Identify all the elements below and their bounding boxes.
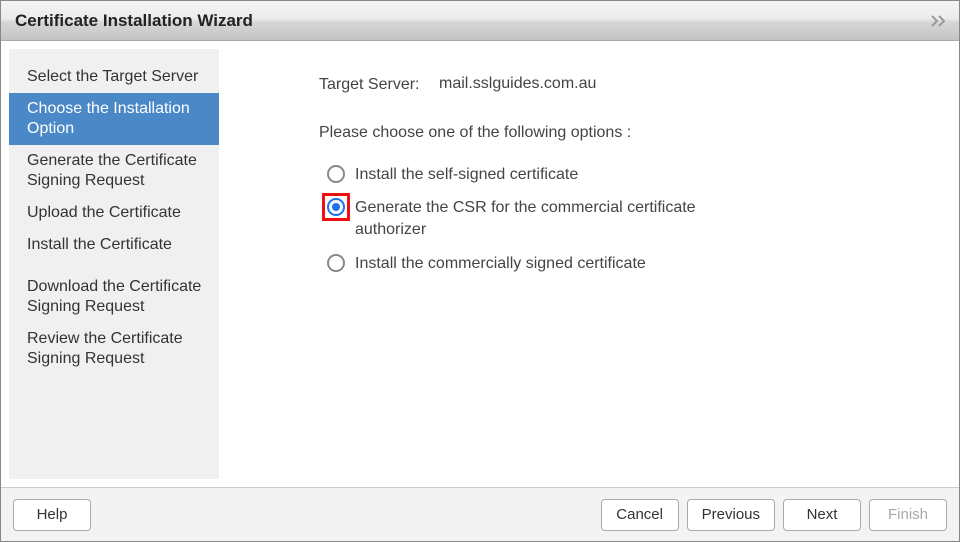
sidebar-item-upload-cert[interactable]: Upload the Certificate [9,197,219,229]
option-self-signed[interactable]: Install the self-signed certificate [323,164,921,186]
radio-wrapper [323,253,349,272]
sidebar-item-review-csr[interactable]: Review the Certificate Signing Request [9,323,219,375]
cancel-button[interactable]: Cancel [601,499,679,531]
finish-button: Finish [869,499,947,531]
option-generate-csr[interactable]: Generate the CSR for the commercial cert… [323,197,921,240]
target-server-label: Target Server: [319,75,439,96]
main-panel: Target Server: mail.sslguides.com.au Ple… [219,49,951,479]
options-prompt: Please choose one of the following optio… [319,124,921,142]
sidebar-group: Select the Target Server Choose the Inst… [9,61,219,261]
radio-icon[interactable] [327,198,345,216]
install-options-group: Install the self-signed certificate Gene… [323,164,921,274]
previous-button[interactable]: Previous [687,499,775,531]
option-commercial-signed[interactable]: Install the commercially signed certific… [323,253,921,275]
sidebar-item-download-csr[interactable]: Download the Certificate Signing Request [9,271,219,323]
selection-highlight [322,193,350,221]
wizard-footer: Help Cancel Previous Next Finish [1,487,959,541]
wizard-title: Certificate Installation Wizard [15,11,253,31]
target-server-value: mail.sslguides.com.au [439,75,596,96]
sidebar-item-install-cert[interactable]: Install the Certificate [9,229,219,261]
target-server-row: Target Server: mail.sslguides.com.au [319,75,921,96]
radio-icon[interactable] [327,254,345,272]
option-label: Install the self-signed certificate [349,164,729,186]
option-label: Generate the CSR for the commercial cert… [349,197,729,240]
wizard-container: Certificate Installation Wizard Select t… [0,0,960,542]
sidebar-item-generate-csr[interactable]: Generate the Certificate Signing Request [9,145,219,197]
radio-dot-icon [332,203,340,211]
titlebar: Certificate Installation Wizard [1,1,959,41]
sidebar-item-choose-option[interactable]: Choose the Installation Option [9,93,219,145]
next-button[interactable]: Next [783,499,861,531]
footer-left: Help [13,499,91,531]
radio-wrapper [323,164,349,183]
radio-icon[interactable] [327,165,345,183]
sidebar-item-select-target[interactable]: Select the Target Server [9,61,219,93]
option-label: Install the commercially signed certific… [349,253,729,275]
body-area: Select the Target Server Choose the Inst… [1,41,959,487]
sidebar-group: Download the Certificate Signing Request… [9,271,219,375]
help-button[interactable]: Help [13,499,91,531]
wizard-steps-sidebar: Select the Target Server Choose the Inst… [9,49,219,479]
footer-right: Cancel Previous Next Finish [601,499,947,531]
expand-icon[interactable] [931,14,949,28]
radio-wrapper [323,197,349,216]
